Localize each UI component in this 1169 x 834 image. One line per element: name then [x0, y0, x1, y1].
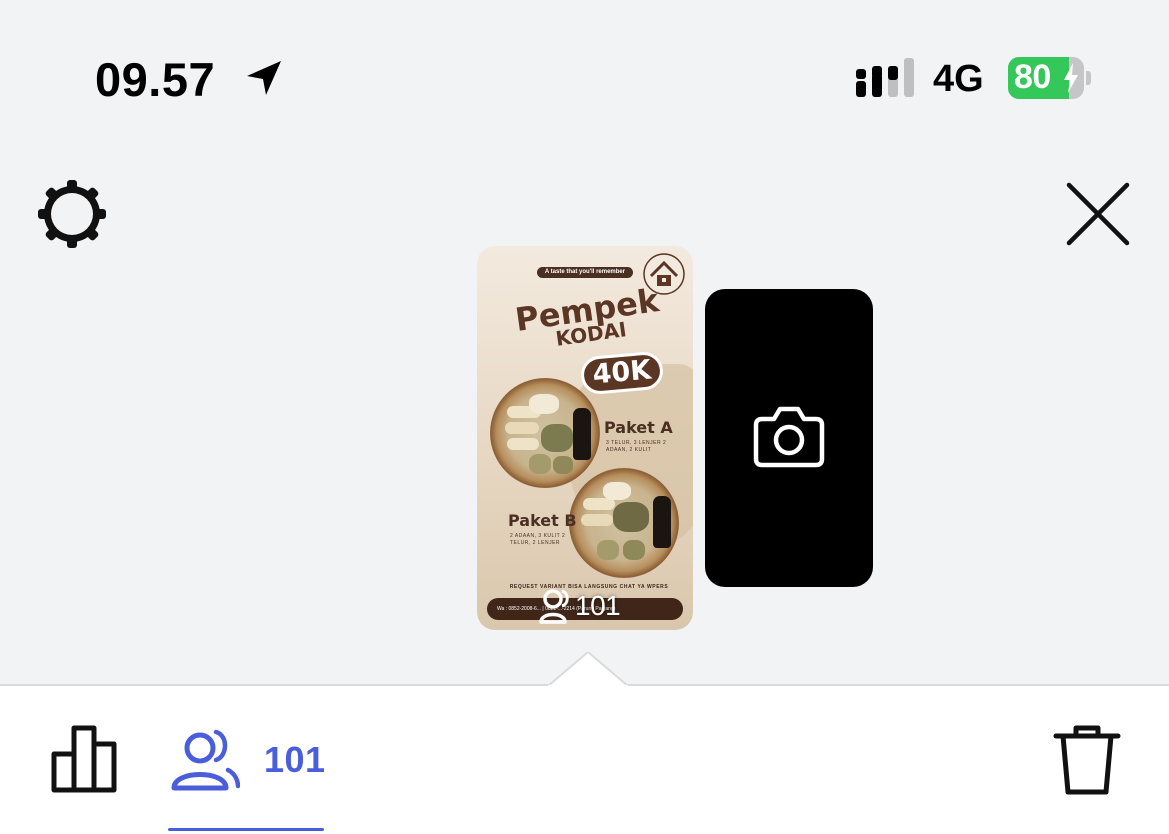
location-arrow-icon	[247, 61, 281, 95]
story-viewer-count: 101	[539, 586, 621, 626]
battery-indicator: 80	[1008, 57, 1092, 99]
package-a-label: Paket A	[604, 418, 673, 437]
trash-icon	[1053, 725, 1121, 795]
package-b-desc: 2 ADAAN, 3 KULIT 2 TELUR, 2 LENJER	[510, 533, 566, 546]
story-viewer-number: 101	[575, 590, 621, 621]
camera-icon	[753, 406, 825, 468]
poster-tagline: A taste that you'll remember	[537, 267, 633, 278]
close-icon	[1066, 182, 1130, 246]
charging-bolt-icon	[1064, 63, 1078, 93]
delete-button[interactable]	[1052, 722, 1122, 796]
settings-button[interactable]	[36, 178, 108, 250]
package-b-label: Paket B	[508, 511, 577, 530]
add-story-camera-button[interactable]	[705, 289, 873, 587]
story-thumbnail[interactable]: A taste that you'll remember Pempek KODA…	[477, 246, 693, 630]
package-a-desc: 3 TELUR, 3 LENJER 2 ADAAN, 2 KULIT	[606, 440, 667, 453]
battery-level: 80	[1014, 58, 1051, 96]
status-time: 09.57	[95, 53, 216, 106]
viewers-count: 101	[264, 739, 326, 780]
bar-chart-icon	[51, 725, 117, 793]
status-bar: 09.57 4G 80	[0, 0, 1169, 150]
network-type: 4G	[933, 58, 984, 100]
viewers-icon	[539, 589, 569, 624]
viewers-tab[interactable]: 101	[168, 726, 326, 794]
close-button[interactable]	[1062, 178, 1134, 250]
selection-pointer	[548, 652, 628, 688]
insights-button[interactable]	[50, 724, 120, 794]
gear-icon	[38, 180, 106, 248]
active-tab-indicator	[168, 828, 324, 831]
cellular-signal-icon	[856, 58, 914, 97]
viewers-icon	[171, 729, 240, 791]
